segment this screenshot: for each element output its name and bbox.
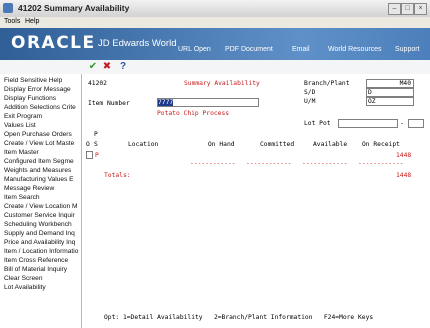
left-menu-item[interactable]: Display Functions xyxy=(4,95,81,102)
app-icon xyxy=(3,3,13,13)
lot-pot-to-field[interactable] xyxy=(408,119,424,128)
help-icon[interactable]: ? xyxy=(117,61,129,73)
program-id: 41202 xyxy=(88,80,107,87)
menu-help[interactable]: Help xyxy=(25,18,39,25)
col-on-hand: On Hand xyxy=(208,141,235,148)
sd-field[interactable]: D xyxy=(366,88,414,97)
left-menu-item[interactable]: Addition Selections Crite xyxy=(4,104,81,111)
left-menu-item[interactable]: Item / Location Informatio xyxy=(4,248,81,255)
left-menu-item[interactable]: Weights and Measures xyxy=(4,167,81,174)
row-p-value: P xyxy=(95,152,99,159)
left-menu-item[interactable]: Configured Item Segme xyxy=(4,158,81,165)
item-description: Potato Chip Process xyxy=(157,110,230,117)
left-menu-item[interactable]: Manufacturing Values E xyxy=(4,176,81,183)
left-menu-item[interactable]: Lot Availability xyxy=(4,284,81,291)
left-menu-item[interactable]: Customer Service Inquir xyxy=(4,212,81,219)
on-hand-dashes: ------------ xyxy=(190,160,236,167)
email-link[interactable]: Email xyxy=(292,46,310,53)
lot-pot-separator: - xyxy=(400,120,404,127)
maximize-icon[interactable]: □ xyxy=(401,3,414,15)
oracle-logo: ORACLE xyxy=(11,33,96,53)
left-menu-item[interactable]: Bill of Material Inquiry xyxy=(4,266,81,273)
world-resources-link[interactable]: World Resources xyxy=(328,46,382,53)
col-committed: Committed xyxy=(260,141,295,148)
product-name: JD Edwards World xyxy=(98,38,177,49)
lot-pot-from-field[interactable] xyxy=(338,119,398,128)
branch-plant-field[interactable]: M40 xyxy=(366,79,414,88)
menu-tools[interactable]: Tools xyxy=(4,18,20,25)
totals-on-receipt: 1448 xyxy=(396,172,412,179)
col-p-top: P xyxy=(94,131,98,138)
col-location: Location xyxy=(128,141,159,148)
window-title: 41202 Summary Availability xyxy=(18,3,130,13)
left-menu-item[interactable]: Values List xyxy=(4,122,81,129)
lot-pot-label: Lot Pot xyxy=(304,120,331,127)
function-key-footer: Opt: 1=Detail Availability 2=Branch/Plan… xyxy=(104,314,374,321)
item-number-label: Item Number xyxy=(88,100,130,107)
left-menu-item[interactable]: Open Purchase Orders xyxy=(4,131,81,138)
left-menu-item[interactable]: Create / View Location M xyxy=(4,203,81,210)
close-icon[interactable]: × xyxy=(414,3,427,15)
left-menu-item[interactable]: Create / View Lot Maste xyxy=(4,140,81,147)
option-field[interactable] xyxy=(86,151,93,159)
support-link[interactable]: Support xyxy=(395,46,420,53)
branch-plant-label: Branch/Plant xyxy=(304,80,350,87)
check-icon[interactable]: ✔ xyxy=(87,61,99,73)
left-menu-item[interactable]: Item Master xyxy=(4,149,81,156)
toolbar xyxy=(0,60,430,75)
row-on-receipt: 1448 xyxy=(396,152,412,159)
main-form xyxy=(82,74,430,328)
col-o: O xyxy=(86,141,90,148)
pdf-document-link[interactable]: PDF Document xyxy=(225,46,273,53)
left-menu-item[interactable]: Item Search xyxy=(4,194,81,201)
on-receipt-dashes: ------------ xyxy=(358,160,404,167)
left-menu-item[interactable]: Exit Program xyxy=(4,113,81,120)
minimize-icon[interactable]: – xyxy=(388,3,401,15)
um-label: U/M xyxy=(304,98,316,105)
left-menu-item[interactable]: Message Review xyxy=(4,185,81,192)
cancel-icon[interactable]: ✖ xyxy=(101,61,113,73)
left-menu-item[interactable]: Scheduling Workbench xyxy=(4,221,81,228)
col-available: Available xyxy=(313,141,348,148)
committed-dashes: ------------ xyxy=(246,160,292,167)
totals-label: Totals: xyxy=(104,172,131,179)
left-menu-item[interactable]: Price and Availability Inq xyxy=(4,239,81,246)
item-number-field[interactable]: 7777 xyxy=(157,98,259,107)
url-open-link[interactable]: URL Open xyxy=(178,46,211,53)
available-dashes: ------------ xyxy=(302,160,348,167)
sd-label: S/D xyxy=(304,89,316,96)
left-menu-item[interactable]: Display Error Message xyxy=(4,86,81,93)
item-number-value: 7777 xyxy=(158,99,174,106)
screen-title: Summary Availability xyxy=(184,80,260,87)
col-s: S xyxy=(94,141,98,148)
um-field[interactable]: OZ xyxy=(366,97,414,106)
left-menu-item[interactable]: Item Cross Reference xyxy=(4,257,81,264)
left-menu-item[interactable]: Supply and Demand Inq xyxy=(4,230,81,237)
left-menu-item[interactable]: Clear Screen xyxy=(4,275,81,282)
col-on-receipt: On Receipt xyxy=(362,141,400,148)
left-menu-item[interactable]: Field Sensitive Help xyxy=(4,77,81,84)
